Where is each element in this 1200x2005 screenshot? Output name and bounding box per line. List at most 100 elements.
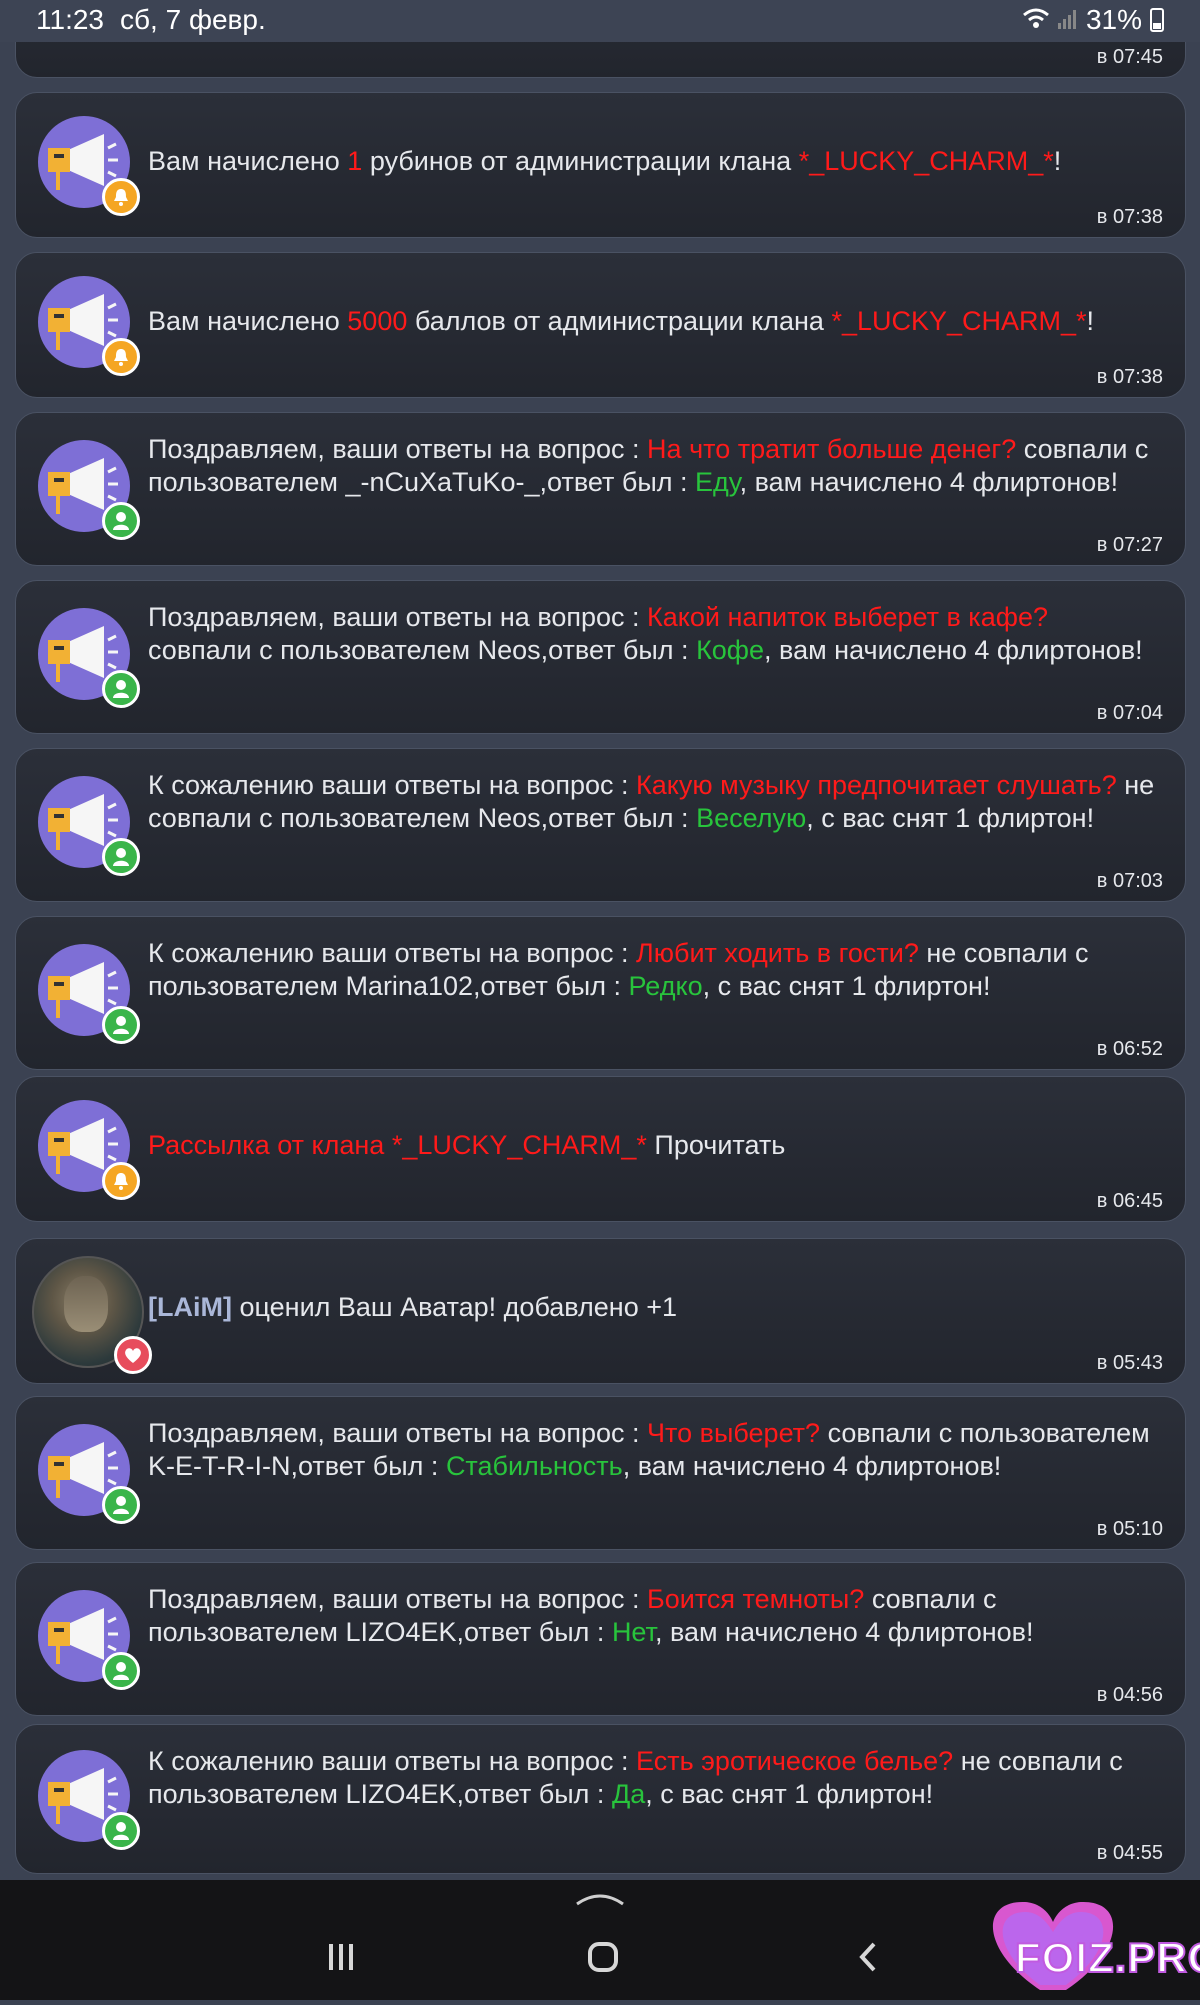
answer-text: Кофе (696, 635, 765, 665)
answer-text: Еду (695, 467, 740, 497)
watermark-logo: FOIZ.PRO (970, 1890, 1200, 2000)
notification-card[interactable]: Поздравляем, ваши ответы на вопрос : Как… (15, 580, 1186, 734)
notification-time: в 06:45 (1096, 1190, 1163, 1212)
chevron-up-icon[interactable] (575, 1892, 625, 1906)
message-text: , вам начислено 4 флиртонов! (764, 635, 1143, 665)
message-text: , с вас снят 1 флиртон! (645, 1779, 934, 1809)
highlight-text: *_LUCKY_CHARM_* (798, 146, 1054, 176)
notification-time: в 07:03 (1096, 870, 1163, 892)
answer-text: Веселую (696, 803, 807, 833)
navigation-bar: FOIZ.PRO (0, 1880, 1200, 2000)
bell-icon (102, 1162, 140, 1200)
megaphone-icon (38, 944, 140, 1044)
notification-time: в 05:43 (1096, 1352, 1163, 1374)
notification-message: Рассылка от клана *_LUCKY_CHARM_* Прочит… (148, 1129, 1155, 1162)
answer-text: Нет (611, 1617, 655, 1647)
message-text: Поздравляем, ваши ответы на вопрос : (148, 1584, 648, 1614)
megaphone-icon (38, 608, 140, 708)
message-text: , вам начислено 4 флиртонов! (622, 1451, 1002, 1481)
highlight-text: Что выберет? (647, 1418, 821, 1448)
highlight-text: На что тратит больше денег? (647, 434, 1017, 464)
message-text: К сожалению ваши ответы на вопрос : (148, 938, 637, 968)
message-text: , вам начислено 4 флиртонов! (654, 1617, 1034, 1647)
notification-card[interactable]: Поздравляем, ваши ответы на вопрос : Что… (15, 1396, 1186, 1550)
message-text: ! (1053, 146, 1062, 176)
megaphone-icon (38, 1750, 140, 1850)
notification-card[interactable]: Поздравляем, ваши ответы на вопрос : На … (15, 412, 1186, 566)
notification-time: в 07:27 (1096, 534, 1163, 556)
notification-card[interactable]: К сожалению ваши ответы на вопрос : Есть… (15, 1724, 1186, 1874)
highlight-text: Есть эротическое белье? (636, 1746, 954, 1776)
megaphone-icon (38, 440, 140, 540)
notification-card[interactable]: Вам начислено 1 рубинов от администрации… (15, 92, 1186, 238)
message-text: ! (1086, 306, 1095, 336)
highlight-text: 1 (347, 146, 363, 176)
recent-apps-button[interactable] (327, 1942, 355, 1977)
message-text: , вам начислено 4 флиртонов! (739, 467, 1119, 497)
user-icon (102, 1486, 140, 1524)
heart-icon (114, 1336, 152, 1374)
home-button[interactable] (587, 1942, 619, 1977)
user-icon (102, 670, 140, 708)
answer-text: Стабильность (445, 1451, 623, 1481)
user-icon (102, 1652, 140, 1690)
status-time: 11:23 (36, 4, 104, 35)
highlight-text: Боится темноты? (647, 1584, 865, 1614)
highlight-text: Какую музыку предпочитает слушать? (636, 770, 1117, 800)
notification-message: Поздравляем, ваши ответы на вопрос : Что… (148, 1417, 1155, 1483)
user-icon (102, 502, 140, 540)
notification-card[interactable]: Вам начислено 5000 баллов от администрац… (15, 252, 1186, 398)
megaphone-icon (38, 116, 140, 216)
signal-icon (1057, 4, 1078, 36)
notification-message: Поздравляем, ваши ответы на вопрос : Бои… (148, 1583, 1155, 1649)
battery-icon (1150, 8, 1164, 32)
notification-card[interactable]: [LAiM] оценил Ваш Аватар! добавлено +1 в … (15, 1238, 1186, 1384)
watermark-text: FOIZ.PRO (1014, 1933, 1200, 1982)
notification-message: Вам начислено 5000 баллов от администрац… (148, 305, 1155, 338)
highlight-text: *_LUCKY_CHARM_* (831, 306, 1087, 336)
message-text: Поздравляем, ваши ответы на вопрос : (148, 434, 648, 464)
user-avatar-photo[interactable] (32, 1256, 152, 1374)
user-icon (102, 1812, 140, 1850)
notification-message: Поздравляем, ваши ответы на вопрос : Как… (148, 601, 1155, 667)
user-icon (102, 838, 140, 876)
notification-message: Поздравляем, ваши ответы на вопрос : На … (148, 433, 1155, 499)
notification-list[interactable]: в 07:45 Вам начислено 1 рубинов от админ… (0, 0, 1200, 1880)
notification-message: К сожалению ваши ответы на вопрос : Люби… (148, 937, 1155, 1003)
status-date: сб, 7 февр. (120, 4, 266, 35)
bell-icon (102, 178, 140, 216)
status-bar: 11:23 сб, 7 февр. 31% (0, 0, 1200, 42)
message-text: К сожалению ваши ответы на вопрос : (148, 1746, 637, 1776)
notification-message: Вам начислено 1 рубинов от администрации… (148, 145, 1155, 178)
notification-message: [LAiM] оценил Ваш Аватар! добавлено +1 (148, 1291, 1155, 1324)
megaphone-icon (38, 1100, 140, 1200)
notification-time: в 07:38 (1096, 366, 1163, 388)
message-text: , с вас снят 1 флиртон! (806, 803, 1095, 833)
answer-text: Редко (628, 971, 703, 1001)
username-link[interactable]: [LAiM] (148, 1292, 232, 1322)
notification-time: в 07:38 (1096, 206, 1163, 228)
notification-card[interactable]: Поздравляем, ваши ответы на вопрос : Бои… (15, 1562, 1186, 1716)
cat-photo (64, 1276, 108, 1332)
notification-message: К сожалению ваши ответы на вопрос : Есть… (148, 1745, 1155, 1811)
notification-card[interactable]: К сожалению ваши ответы на вопрос : Люби… (15, 916, 1186, 1070)
notification-time: в 04:55 (1096, 1842, 1163, 1864)
answer-text: Да (611, 1779, 646, 1809)
notification-time: в 07:04 (1096, 702, 1163, 724)
notification-card[interactable]: Рассылка от клана *_LUCKY_CHARM_* Прочит… (15, 1076, 1186, 1222)
notification-time: в 05:10 (1096, 1518, 1163, 1540)
megaphone-icon (38, 276, 140, 376)
message-text: Прочитать (646, 1130, 786, 1160)
message-text: Поздравляем, ваши ответы на вопрос : (148, 602, 648, 632)
bell-icon (102, 338, 140, 376)
back-button[interactable] (858, 1942, 878, 1977)
notification-message: К сожалению ваши ответы на вопрос : Каку… (148, 769, 1155, 835)
wifi-icon (1022, 4, 1050, 36)
message-text: оценил Ваш Аватар! добавлено +1 (231, 1292, 678, 1322)
notification-time: в 06:52 (1096, 1038, 1163, 1060)
message-text: , с вас снят 1 флиртон! (702, 971, 991, 1001)
message-text: К сожалению ваши ответы на вопрос : (148, 770, 637, 800)
notification-card[interactable]: К сожалению ваши ответы на вопрос : Каку… (15, 748, 1186, 902)
highlight-text: Какой напиток выберет в кафе? (647, 602, 1048, 632)
message-text: рубинов от администрации клана (362, 146, 799, 176)
